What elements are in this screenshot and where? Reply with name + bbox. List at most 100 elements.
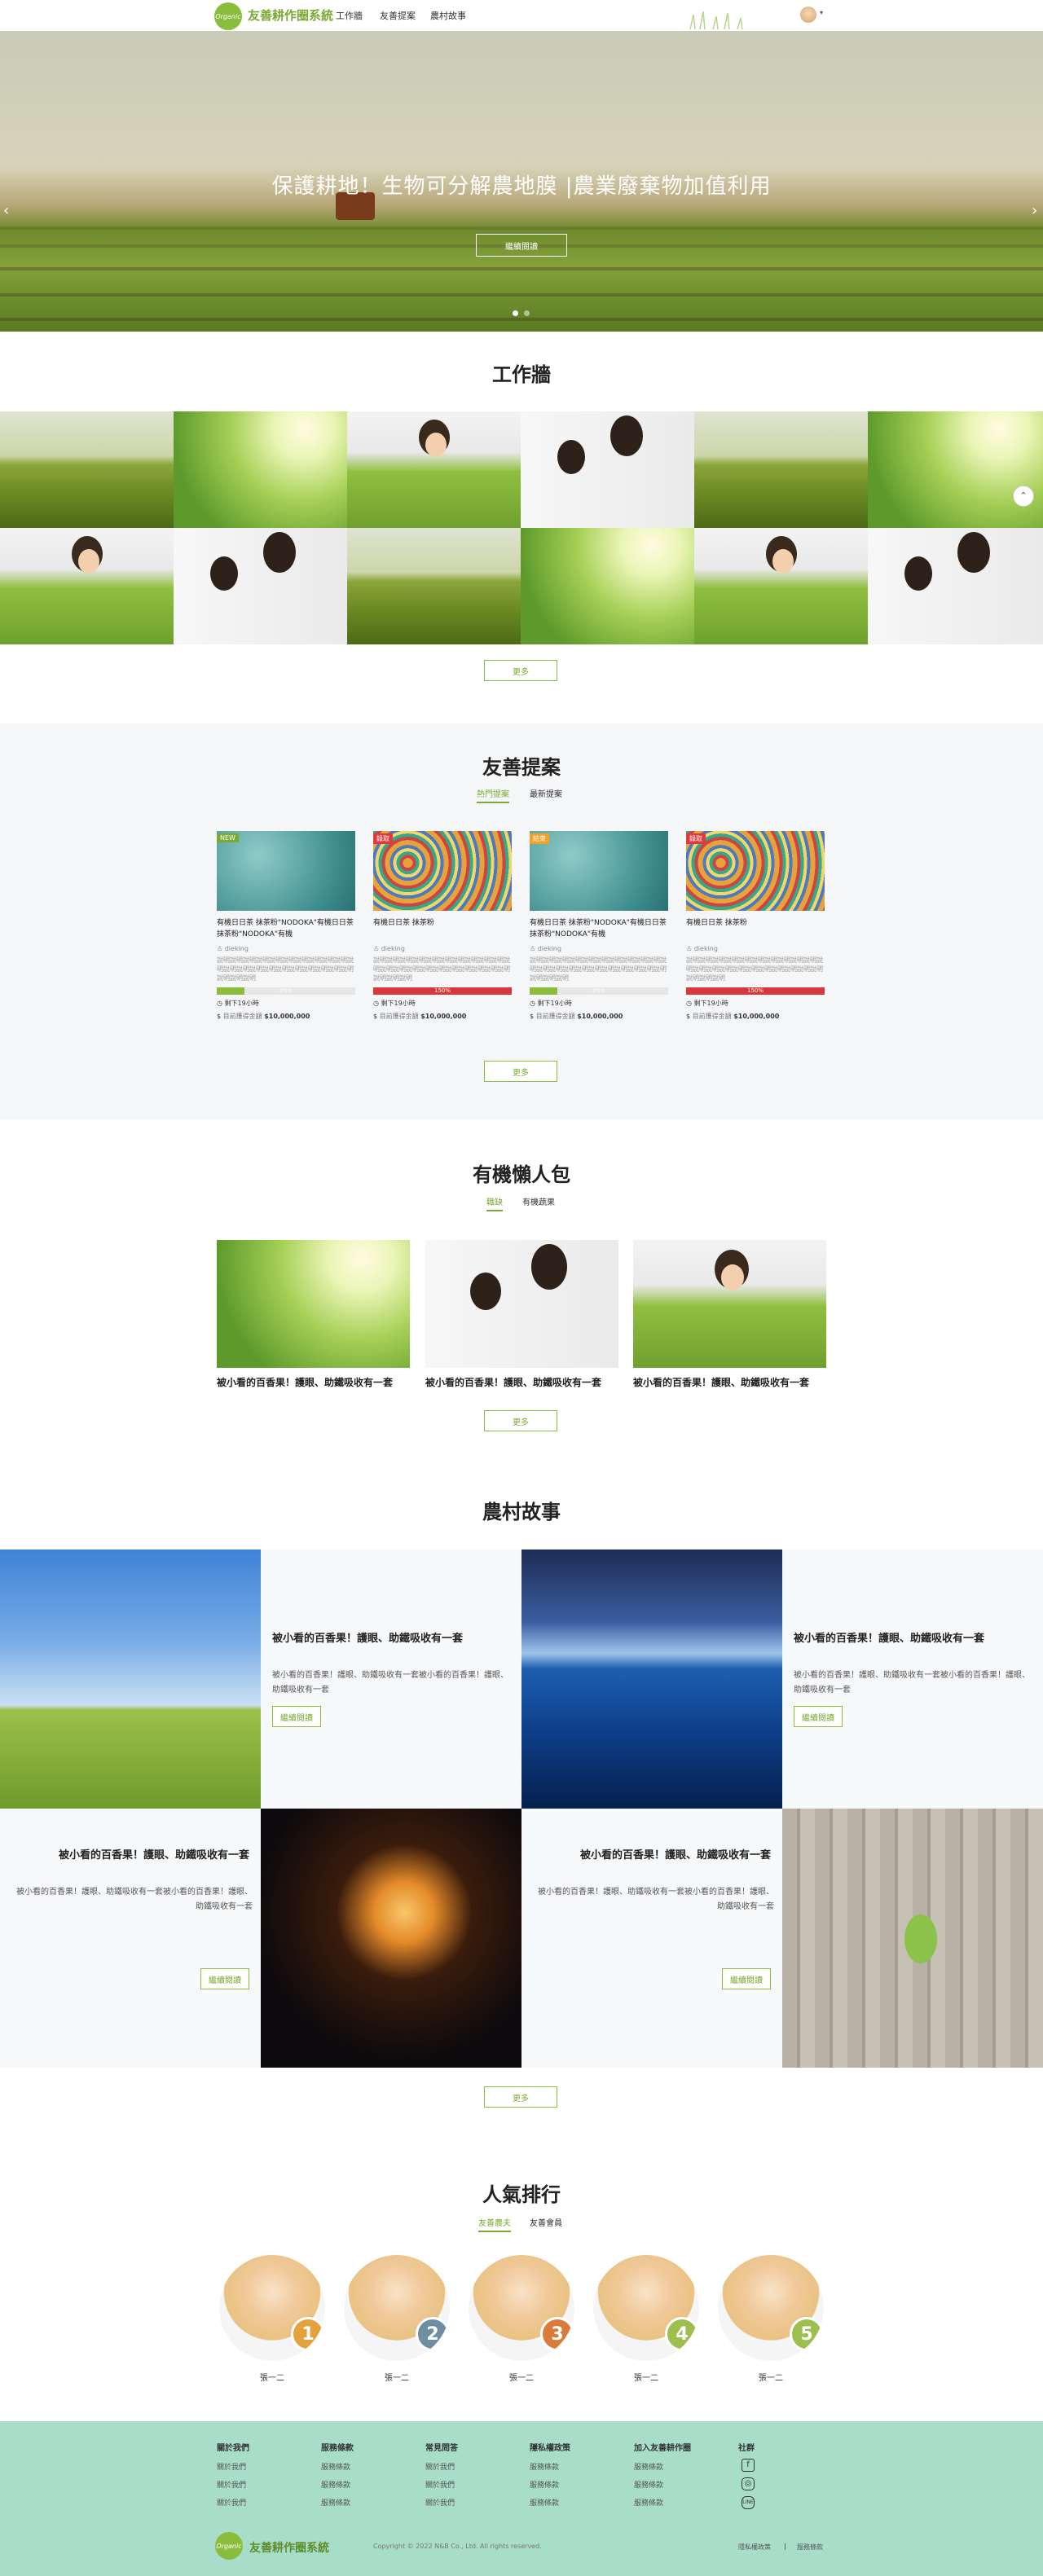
pack-card[interactable]: 被小看的百香果！護眼、助鐵吸收有一套 <box>425 1240 618 1389</box>
pack-card[interactable]: 被小看的百香果！護眼、助鐵吸收有一套 <box>217 1240 410 1389</box>
footer-link[interactable]: 服務條款 <box>634 2479 691 2490</box>
footer-link[interactable]: 服務條款 <box>530 2461 570 2472</box>
wall-image[interactable] <box>0 411 174 528</box>
story-title[interactable]: 被小看的百香果！護眼、助鐵吸收有一套 <box>794 1629 984 1645</box>
proposal-image[interactable]: NEW <box>217 831 355 911</box>
story-read-more-button[interactable]: 繼續閱讀 <box>200 1968 249 1989</box>
proposal-card[interactable]: 錄取 有機日日茶 抹茶粉 ♙ dieking 說明說明說明說明說明說明說明說明說… <box>373 831 512 1043</box>
proposal-image[interactable]: 錄取 <box>373 831 512 911</box>
carousel-dot[interactable] <box>524 310 530 316</box>
tab-friendly-members[interactable]: 友善會員 <box>530 2216 562 2228</box>
avatar[interactable]: 3 <box>469 2255 574 2361</box>
wall-image[interactable] <box>174 411 347 528</box>
footer-link[interactable]: 服務條款 <box>321 2479 354 2490</box>
wall-more-button[interactable]: 更多 <box>484 660 557 681</box>
rank-name[interactable]: 張一二 <box>341 2371 452 2383</box>
carousel-dot-active[interactable] <box>513 310 518 316</box>
story-image[interactable] <box>0 1550 261 1809</box>
footer-logo-icon[interactable]: Organic <box>215 2532 243 2560</box>
story-read-more-button[interactable]: 繼續閱讀 <box>722 1968 771 1989</box>
pack-card[interactable]: 被小看的百香果！護眼、助鐵吸收有一套 <box>633 1240 826 1389</box>
proposal-title[interactable]: 有機日日茶 抹茶粉"NODOKA"有機日日茶 抹茶粉"NODOKA"有機 <box>530 917 668 940</box>
footer-link-terms[interactable]: 服務條款 <box>797 2543 823 2552</box>
pack-image[interactable] <box>425 1240 618 1368</box>
nav-work-wall[interactable]: 工作牆 <box>336 9 363 22</box>
avatar[interactable]: 2 <box>344 2255 450 2361</box>
footer-link[interactable]: 服務條款 <box>530 2479 570 2490</box>
scroll-top-icon[interactable]: ⌃ <box>1013 486 1034 507</box>
pack-title[interactable]: 被小看的百香果！護眼、助鐵吸收有一套 <box>425 1375 618 1389</box>
footer-link[interactable]: 關於我們 <box>425 2479 458 2490</box>
footer-link[interactable]: 關於我們 <box>217 2497 249 2508</box>
rank-name[interactable]: 張一二 <box>591 2371 702 2383</box>
pack-title[interactable]: 被小看的百香果！護眼、助鐵吸收有一套 <box>633 1375 826 1389</box>
logo-icon[interactable]: Organic <box>214 2 242 30</box>
rank-item[interactable]: 1 張一二 <box>217 2255 328 2383</box>
footer-link[interactable]: 服務條款 <box>321 2497 354 2508</box>
user-avatar[interactable] <box>800 7 816 23</box>
proposals-more-button[interactable]: 更多 <box>484 1061 557 1082</box>
facebook-icon[interactable]: f <box>742 2459 755 2472</box>
pack-image[interactable] <box>217 1240 410 1368</box>
wall-image[interactable] <box>0 528 174 644</box>
rank-item[interactable]: 3 張一二 <box>466 2255 577 2383</box>
proposal-title[interactable]: 有機日日茶 抹茶粉 <box>686 917 825 940</box>
story-title[interactable]: 被小看的百香果！護眼、助鐵吸收有一套 <box>59 1846 249 1862</box>
proposal-title[interactable]: 有機日日茶 抹茶粉 <box>373 917 512 940</box>
rank-name[interactable]: 張一二 <box>217 2371 328 2383</box>
nav-proposals[interactable]: 友善提案 <box>380 9 416 22</box>
rank-name[interactable]: 張一二 <box>715 2371 826 2383</box>
story-read-more-button[interactable]: 繼續閱讀 <box>272 1706 321 1727</box>
rank-item[interactable]: 2 張一二 <box>341 2255 452 2383</box>
rank-name[interactable]: 張一二 <box>466 2371 577 2383</box>
carousel-next-icon[interactable]: › <box>1032 202 1037 219</box>
footer-link[interactable]: 關於我們 <box>217 2461 249 2472</box>
avatar[interactable]: 5 <box>718 2255 824 2361</box>
tab-jobs[interactable]: 職缺 <box>486 1195 503 1211</box>
pack-more-button[interactable]: 更多 <box>484 1410 557 1431</box>
avatar[interactable]: 1 <box>219 2255 325 2361</box>
story-image[interactable] <box>782 1809 1043 2068</box>
footer-link[interactable]: 關於我們 <box>425 2497 458 2508</box>
hero-read-more-button[interactable]: 繼續閱讀 <box>476 234 567 257</box>
story-image[interactable] <box>522 1550 782 1809</box>
rank-item[interactable]: 4 張一二 <box>591 2255 702 2383</box>
stories-more-button[interactable]: 更多 <box>484 2086 557 2108</box>
story-image[interactable] <box>261 1809 522 2068</box>
proposal-image[interactable]: 錄取 <box>686 831 825 911</box>
wall-image[interactable] <box>347 528 521 644</box>
wall-image[interactable] <box>694 528 868 644</box>
proposal-card[interactable]: 結束 有機日日茶 抹茶粉"NODOKA"有機日日茶 抹茶粉"NODOKA"有機 … <box>530 831 668 1043</box>
wall-image[interactable] <box>347 411 521 528</box>
wall-image[interactable] <box>521 528 694 644</box>
instagram-icon[interactable]: ◎ <box>742 2477 755 2490</box>
wall-image[interactable] <box>521 411 694 528</box>
avatar[interactable]: 4 <box>593 2255 699 2361</box>
footer-link[interactable]: 服務條款 <box>530 2497 570 2508</box>
proposal-title[interactable]: 有機日日茶 抹茶粉"NODOKA"有機日日茶 抹茶粉"NODOKA"有機 <box>217 917 355 940</box>
footer-link[interactable]: 服務條款 <box>321 2461 354 2472</box>
rank-item[interactable]: 5 張一二 <box>715 2255 826 2383</box>
story-title[interactable]: 被小看的百香果！護眼、助鐵吸收有一套 <box>272 1629 463 1645</box>
proposal-image[interactable]: 結束 <box>530 831 668 911</box>
carousel-prev-icon[interactable]: ‹ <box>3 202 9 219</box>
footer-link[interactable]: 服務條款 <box>634 2461 691 2472</box>
wall-image[interactable] <box>868 528 1043 644</box>
line-icon[interactable]: LINE <box>742 2496 755 2509</box>
chevron-down-icon[interactable]: ▾ <box>820 9 823 16</box>
tab-organic-produce[interactable]: 有機蔬果 <box>522 1195 555 1207</box>
pack-image[interactable] <box>633 1240 826 1368</box>
proposal-card[interactable]: NEW 有機日日茶 抹茶粉"NODOKA"有機日日茶 抹茶粉"NODOKA"有機… <box>217 831 355 1043</box>
proposal-card[interactable]: 錄取 有機日日茶 抹茶粉 ♙ dieking 說明說明說明說明說明說明說明說明說… <box>686 831 825 1043</box>
brand-name[interactable]: 友善耕作圈系統 <box>248 7 333 24</box>
story-title[interactable]: 被小看的百香果！護眼、助鐵吸收有一套 <box>580 1846 771 1862</box>
tab-latest[interactable]: 最新提案 <box>530 787 562 799</box>
tab-popular[interactable]: 熱門提案 <box>477 787 509 803</box>
tab-friendly-farmers[interactable]: 友善農夫 <box>478 2216 511 2232</box>
footer-link[interactable]: 關於我們 <box>217 2479 249 2490</box>
wall-image[interactable] <box>868 411 1043 528</box>
nav-stories[interactable]: 農村故事 <box>430 9 466 22</box>
story-read-more-button[interactable]: 繼續閱讀 <box>794 1706 843 1727</box>
wall-image[interactable] <box>174 528 347 644</box>
footer-link-privacy[interactable]: 隱私權政策 <box>738 2543 771 2552</box>
